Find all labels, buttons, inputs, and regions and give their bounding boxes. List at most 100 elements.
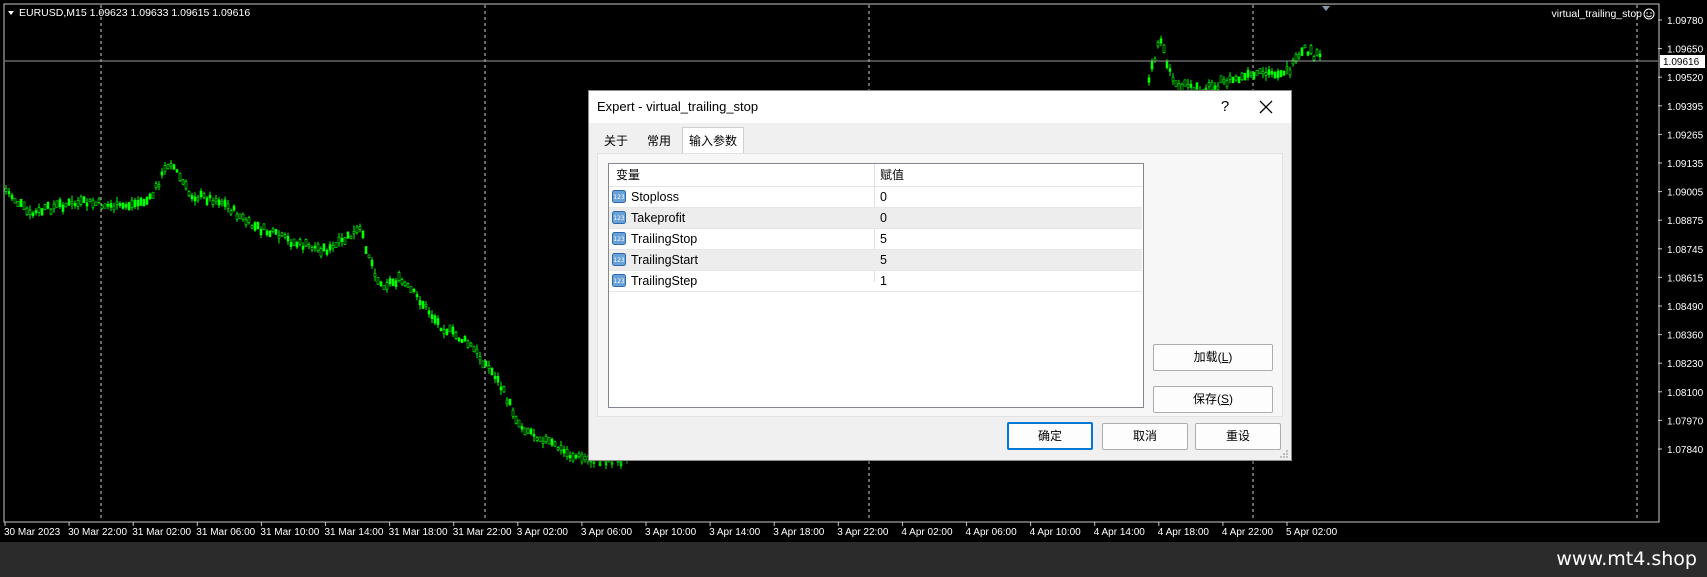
- price-axis: 1.09780 1.09650 1.09520 1.09395 1.09265 1.091…: [1658, 16, 1704, 456]
- time-tick-label: 31 Mar 02:00: [132, 527, 191, 538]
- candle-body: [184, 181, 188, 189]
- candle-body: [82, 196, 86, 204]
- candle-body: [481, 360, 485, 369]
- footer-bar: [0, 542, 1707, 577]
- param-value[interactable]: 0: [880, 187, 887, 207]
- tab-about[interactable]: 关于: [597, 129, 635, 151]
- param-row[interactable]: 123 TrailingStop 5: [609, 229, 1142, 250]
- time-tick-label: 30 Mar 2023: [4, 527, 61, 538]
- candle-body: [256, 221, 260, 230]
- candle-body: [562, 449, 566, 454]
- candle-body: [571, 453, 575, 462]
- time-tick-label: 31 Mar 10:00: [260, 527, 319, 538]
- candle-body: [331, 245, 335, 249]
- param-row[interactable]: 123 Stoploss 0: [609, 187, 1142, 208]
- candle-body: [574, 455, 578, 459]
- ok-button[interactable]: 确定: [1007, 422, 1093, 450]
- candle-body: [1306, 51, 1310, 56]
- candle-body: [226, 203, 230, 209]
- candle-body: [340, 237, 344, 242]
- column-variable[interactable]: 变量: [616, 164, 640, 186]
- column-value[interactable]: 赋值: [880, 164, 904, 186]
- param-row[interactable]: 123 Takeprofit 0: [609, 208, 1142, 229]
- price-tick-label: 1.08230: [1667, 359, 1704, 370]
- cancel-button[interactable]: 取消: [1102, 423, 1188, 450]
- price-tick-label: 1.08615: [1667, 273, 1704, 284]
- candle-body: [352, 231, 356, 234]
- time-tick-label: 4 Apr 14:00: [1094, 527, 1146, 538]
- candle-body: [1300, 47, 1304, 56]
- load-button-paren: ): [1228, 350, 1233, 364]
- param-value[interactable]: 0: [880, 208, 887, 228]
- candle-body: [160, 171, 164, 176]
- candle-body: [223, 199, 227, 207]
- candle-body: [322, 243, 326, 252]
- load-button[interactable]: 加载(L): [1153, 344, 1273, 371]
- candle-body: [259, 229, 263, 236]
- candle-body: [382, 285, 386, 290]
- candle-body: [406, 283, 410, 288]
- shift-marker-icon: [1322, 6, 1330, 11]
- param-value[interactable]: 5: [880, 229, 887, 249]
- resize-grip-icon[interactable]: [1279, 448, 1289, 458]
- candle-body: [265, 230, 269, 236]
- candle-body: [484, 360, 488, 367]
- params-table[interactable]: 变量 赋值 123 Stoploss 0 123 Takeprofit 0 12…: [608, 163, 1144, 408]
- candle-body: [427, 310, 431, 315]
- candle-body: [391, 278, 395, 286]
- candle-body: [550, 438, 554, 446]
- candle-body: [277, 235, 281, 239]
- candle-body: [91, 199, 95, 208]
- candle-body: [205, 197, 209, 205]
- candle-body: [1261, 71, 1265, 75]
- time-tick-label: 4 Apr 02:00: [901, 527, 953, 538]
- param-row[interactable]: 123 TrailingStart 5: [609, 250, 1142, 271]
- price-tick-label: 1.08745: [1667, 245, 1704, 256]
- time-tick-label: 4 Apr 18:00: [1158, 527, 1210, 538]
- candle-body: [499, 386, 503, 391]
- candle-body: [10, 194, 14, 200]
- candle-body: [1264, 72, 1268, 76]
- candle-body: [100, 205, 104, 209]
- candle-body: [67, 198, 71, 206]
- param-row[interactable]: 123 TrailingStep 1: [609, 271, 1142, 292]
- candle-body: [187, 191, 191, 196]
- candle-body: [460, 339, 464, 343]
- svg-text:123: 123: [613, 257, 625, 264]
- reset-button[interactable]: 重设: [1195, 423, 1281, 450]
- chart-header: EURUSD,M15 1.09623 1.09633 1.09615 1.096…: [19, 7, 250, 19]
- svg-text:123: 123: [613, 278, 625, 285]
- candle-body: [211, 200, 215, 205]
- candle-body: [502, 386, 506, 393]
- candle-body: [556, 447, 560, 451]
- dialog-titlebar[interactable]: Expert - virtual_trailing_stop ?: [589, 91, 1291, 123]
- tab-inputs[interactable]: 输入参数: [682, 127, 744, 154]
- candle-body: [433, 315, 437, 324]
- candle-body: [139, 197, 143, 206]
- candle-body: [64, 202, 68, 208]
- number-param-icon: 123: [612, 274, 626, 287]
- number-param-icon: 123: [612, 211, 626, 224]
- save-button[interactable]: 保存(S): [1153, 386, 1273, 413]
- svg-text:123: 123: [613, 236, 625, 243]
- time-tick-label: 3 Apr 14:00: [709, 527, 761, 538]
- candle-body: [442, 329, 446, 334]
- candle-body: [361, 231, 365, 238]
- candle-body: [28, 209, 32, 216]
- help-button[interactable]: ?: [1213, 95, 1237, 119]
- candle-body: [22, 201, 26, 210]
- candle-body: [34, 210, 38, 214]
- candle-body: [301, 245, 305, 250]
- tab-common[interactable]: 常用: [639, 129, 679, 151]
- number-param-icon: 123: [612, 190, 626, 203]
- candle-body: [466, 340, 470, 348]
- candle-body: [190, 195, 194, 200]
- close-button[interactable]: [1252, 95, 1280, 119]
- param-value[interactable]: 1: [880, 271, 887, 291]
- candle-body: [283, 234, 287, 238]
- candle-body: [1222, 78, 1226, 83]
- candle-body: [1207, 82, 1211, 87]
- candle-body: [55, 200, 59, 208]
- candle-body: [610, 461, 614, 465]
- param-value[interactable]: 5: [880, 250, 887, 270]
